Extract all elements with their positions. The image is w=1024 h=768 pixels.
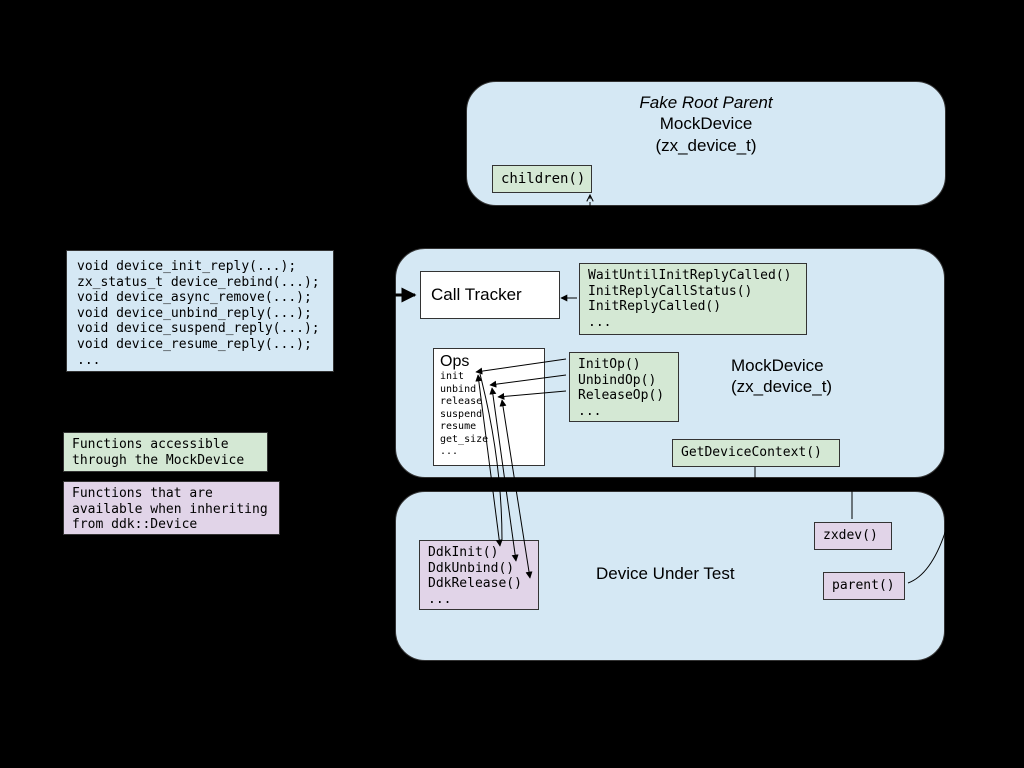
ops-fn: UnbindOp()	[578, 373, 670, 389]
wait-fns-box: WaitUntilInitReplyCalled() InitReplyCall…	[579, 263, 807, 335]
device-api-list-box: void device_init_reply(...); zx_status_t…	[66, 250, 334, 372]
children-fn-box: children()	[492, 165, 592, 193]
ddk-fn: DdkUnbind()	[428, 561, 530, 577]
api-line: void device_unbind_reply(...);	[77, 306, 323, 322]
legend-green-box: Functions accessible through the MockDev…	[63, 432, 268, 472]
ops-item: suspend	[440, 409, 538, 422]
children-fn: children()	[501, 171, 585, 187]
api-line: zx_status_t device_rebind(...);	[77, 275, 323, 291]
ops-item: unbind	[440, 384, 538, 397]
fake-root-zxdevice: (zx_device_t)	[655, 136, 756, 155]
ops-box: Ops init unbind release suspend resume g…	[433, 348, 545, 466]
zxdev-fn: zxdev()	[823, 528, 878, 543]
api-line: void device_async_remove(...);	[77, 290, 323, 306]
legend-purple-box: Functions that are available when inheri…	[63, 481, 280, 535]
call-tracker-label: Call Tracker	[431, 285, 522, 304]
mockdevice-label: MockDevice (zx_device_t)	[731, 355, 832, 398]
fake-root-parent-box: Fake Root Parent MockDevice (zx_device_t…	[466, 81, 946, 206]
parent-fn: parent()	[832, 578, 895, 593]
dut-title: Device Under Test	[596, 564, 735, 584]
api-line: void device_init_reply(...);	[77, 259, 323, 275]
ddk-fns-box: DdkInit() DdkUnbind() DdkRelease() ...	[419, 540, 539, 610]
api-line: void device_suspend_reply(...);	[77, 321, 323, 337]
ops-fns-box: InitOp() UnbindOp() ReleaseOp() ...	[569, 352, 679, 422]
zxdev-box: zxdev()	[814, 522, 892, 550]
device-under-test-box: Device Under Test DdkInit() DdkUnbind() …	[395, 491, 945, 661]
ops-fn: ReleaseOp()	[578, 388, 670, 404]
wait-fn: InitReplyCalled()	[588, 299, 798, 315]
wait-fn: ...	[588, 315, 798, 331]
wait-fn: InitReplyCallStatus()	[588, 284, 798, 300]
ddk-fn: ...	[428, 592, 530, 608]
ops-fn: ...	[578, 404, 670, 420]
ops-item: init	[440, 371, 538, 384]
ops-fn: InitOp()	[578, 357, 670, 373]
call-tracker-box: Call Tracker	[420, 271, 560, 319]
ops-item: get_size	[440, 434, 538, 447]
mockdevice-box: Call Tracker WaitUntilInitReplyCalled() …	[395, 248, 945, 478]
ops-title: Ops	[440, 353, 538, 371]
legend-green-text: Functions accessible through the MockDev…	[72, 437, 244, 468]
wait-fn: WaitUntilInitReplyCalled()	[588, 268, 798, 284]
ops-item: ...	[440, 446, 538, 459]
ddk-fn: DdkRelease()	[428, 576, 530, 592]
fake-root-title: Fake Root Parent	[639, 93, 772, 112]
get-device-context-box: GetDeviceContext()	[672, 439, 840, 467]
legend-purple-text: Functions that are available when inheri…	[72, 486, 268, 532]
ddk-fn: DdkInit()	[428, 545, 530, 561]
ops-item: resume	[440, 421, 538, 434]
ops-item: release	[440, 396, 538, 409]
parent-box: parent()	[823, 572, 905, 600]
api-line: ...	[77, 353, 323, 369]
get-device-context-fn: GetDeviceContext()	[681, 445, 822, 460]
api-line: void device_resume_reply(...);	[77, 337, 323, 353]
fake-root-mockdevice: MockDevice	[660, 114, 753, 133]
